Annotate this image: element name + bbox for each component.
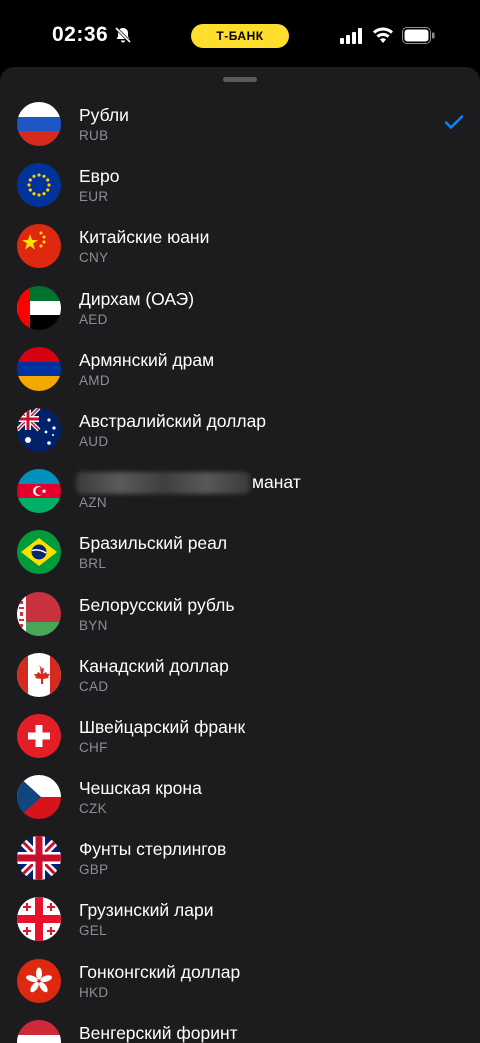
- georgia-flag-icon: [17, 897, 61, 942]
- currency-name: Дирхам (ОАЭ): [79, 288, 195, 309]
- currency-row-brl[interactable]: Бразильский реал BRL: [0, 521, 480, 582]
- currency-row-cny[interactable]: Китайские юани CNY: [0, 215, 480, 276]
- blurred-text: [76, 472, 250, 495]
- currency-name: Гонконгский доллар: [79, 961, 241, 982]
- china-flag-icon: [17, 224, 61, 269]
- status-bar: 02:36 Т-БАНК: [0, 0, 480, 66]
- currency-row-hkd[interactable]: Гонконгский доллар HKD: [0, 950, 480, 1011]
- currency-code: CAD: [79, 678, 109, 694]
- sheet-grabber[interactable]: [223, 77, 257, 82]
- currency-name: Белорусский рубль: [79, 594, 235, 615]
- brazil-flag-icon: [17, 530, 61, 575]
- currency-row-huf[interactable]: Венгерский форинт: [0, 1011, 480, 1043]
- currency-name: Швейцарский франк: [79, 716, 246, 737]
- currency-row-chf[interactable]: Швейцарский франк CHF: [0, 705, 480, 766]
- currency-sheet: Рубли RUB Евро EUR Китайские юани CNY Ди…: [0, 67, 480, 1043]
- currency-code: BYN: [79, 617, 108, 633]
- belarus-flag-icon: [17, 591, 61, 636]
- currency-code: GEL: [79, 923, 107, 939]
- currency-row-azn[interactable]: манат AZN: [0, 460, 480, 521]
- currency-name: Рубли: [79, 105, 129, 125]
- hongkong-flag-icon: [17, 958, 61, 1003]
- currency-row-czk[interactable]: Чешская крона CZK: [0, 766, 480, 827]
- currency-name: Фунты стерлингов: [79, 839, 227, 860]
- currency-name: Венгерский форинт: [79, 1022, 238, 1043]
- australia-flag-icon: [17, 407, 61, 452]
- currency-code: AMD: [79, 372, 110, 388]
- signal-icon: [340, 28, 362, 44]
- battery-icon: [402, 27, 435, 44]
- status-time: 02:36: [52, 23, 109, 46]
- currency-code: HKD: [79, 984, 109, 1000]
- currency-name: Евро: [79, 166, 120, 187]
- bank-label-pill[interactable]: Т-БАНК: [191, 24, 289, 48]
- russia-flag-icon: [17, 102, 61, 146]
- bell-slash-icon: [114, 26, 132, 44]
- armenia-flag-icon: [17, 346, 61, 391]
- currency-name: Бразильский реал: [79, 533, 228, 554]
- currency-name: Китайские юани: [79, 227, 210, 248]
- currency-code: BRL: [79, 556, 107, 572]
- currency-name: Канадский доллар: [79, 655, 229, 676]
- currency-name: Австралийский доллар: [79, 410, 267, 431]
- wifi-icon: [373, 27, 393, 43]
- czech-flag-icon: [17, 775, 61, 820]
- hungary-flag-icon: [17, 1019, 61, 1043]
- currency-code: AUD: [79, 433, 109, 449]
- currency-row-aed[interactable]: Дирхам (ОАЭ) AED: [0, 277, 480, 338]
- uk-flag-icon: [17, 836, 61, 881]
- currency-code: CNY: [79, 250, 109, 266]
- currency-row-gel[interactable]: Грузинский лари GEL: [0, 888, 480, 949]
- checkmark-icon: [444, 115, 464, 129]
- currency-row-amd[interactable]: Армянский драм AMD: [0, 338, 480, 399]
- currency-code: CZK: [79, 801, 107, 817]
- azerbaijan-flag-icon: [17, 469, 61, 514]
- currency-code: EUR: [79, 189, 109, 205]
- eu-flag-icon: [17, 163, 61, 208]
- currency-code: RUB: [79, 128, 109, 143]
- switzerland-flag-icon: [17, 713, 61, 758]
- currency-row-cad[interactable]: Канадский доллар CAD: [0, 644, 480, 705]
- currency-row-gbp[interactable]: Фунты стерлингов GBP: [0, 827, 480, 888]
- currency-name: Армянский драм: [79, 349, 215, 370]
- currency-name: манат: [252, 472, 301, 493]
- currency-code: CHF: [79, 739, 108, 755]
- currency-row-rub[interactable]: Рубли RUB: [0, 93, 480, 154]
- uae-flag-icon: [17, 285, 61, 330]
- currency-code: AED: [79, 311, 108, 327]
- currency-name: Чешская крона: [79, 778, 202, 799]
- currency-row-byn[interactable]: Белорусский рубль BYN: [0, 583, 480, 644]
- currency-row-eur[interactable]: Евро EUR: [0, 154, 480, 215]
- currency-code: GBP: [79, 862, 109, 878]
- currency-row-aud[interactable]: Австралийский доллар AUD: [0, 399, 480, 460]
- currency-list: Рубли RUB Евро EUR Китайские юани CNY Ди…: [0, 93, 480, 1043]
- currency-name: Грузинский лари: [79, 900, 214, 921]
- currency-code: AZN: [79, 495, 107, 511]
- canada-flag-icon: [17, 652, 61, 697]
